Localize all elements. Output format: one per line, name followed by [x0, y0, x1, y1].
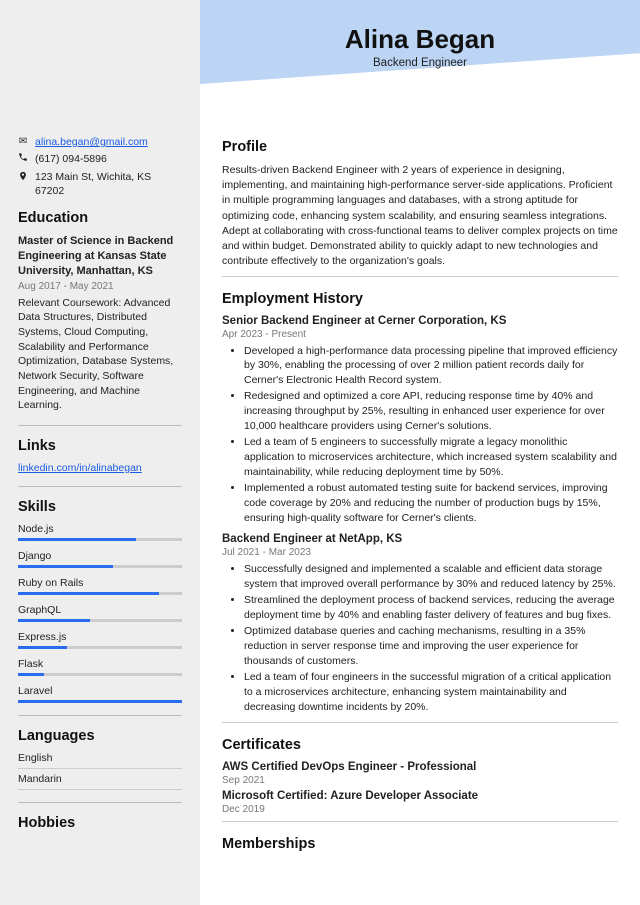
job-entry: Senior Backend Engineer at Cerner Corpor… [222, 315, 618, 526]
job-dates: Apr 2023 - Present [222, 329, 618, 340]
person-name: Alina Began [222, 24, 618, 55]
certificate-entry: AWS Certified DevOps Engineer - Professi… [222, 761, 618, 786]
contact-block: ✉ alina.began@gmail.com (617) 094-5896 1… [18, 135, 182, 198]
contact-phone-row: (617) 094-5896 [18, 152, 182, 167]
skills-block: Node.js Django Ruby on Rails GraphQL Exp… [18, 523, 182, 703]
job-bullet: Led a team of 5 engineers to successfull… [244, 435, 618, 480]
job-bullet: Implemented a robust automated testing s… [244, 481, 618, 526]
education-dates: Aug 2017 - May 2021 [18, 281, 182, 292]
education-title: Master of Science in Backend Engineering… [18, 234, 182, 279]
main-content: Alina Began Backend Engineer Profile Res… [200, 0, 640, 905]
education-desc: Relevant Coursework: Advanced Data Struc… [18, 296, 182, 414]
job-title: Senior Backend Engineer at Cerner Corpor… [222, 315, 618, 327]
skill-bar [18, 646, 182, 649]
languages-heading: Languages [18, 715, 182, 744]
skill-item: GraphQL [18, 604, 182, 622]
certificates-heading: Certificates [222, 722, 618, 753]
skill-item: Ruby on Rails [18, 577, 182, 595]
skill-bar [18, 592, 182, 595]
email-link[interactable]: alina.began@gmail.com [35, 135, 148, 149]
job-entry: Backend Engineer at NetApp, KS Jul 2021 -… [222, 533, 618, 714]
skill-bar [18, 565, 182, 568]
skill-item: Express.js [18, 631, 182, 649]
contact-email-row: ✉ alina.began@gmail.com [18, 135, 182, 149]
profile-heading: Profile [222, 139, 618, 155]
person-title: Backend Engineer [222, 57, 618, 69]
skill-bar [18, 619, 182, 622]
skill-name: Node.js [18, 523, 182, 535]
skill-item: Flask [18, 658, 182, 676]
certificate-entry: Microsoft Certified: Azure Developer Ass… [222, 790, 618, 815]
phone-icon [18, 152, 28, 167]
skill-bar [18, 538, 182, 541]
skill-item: Node.js [18, 523, 182, 541]
memberships-heading: Memberships [222, 821, 618, 852]
language-item: English [18, 752, 182, 769]
education-block: Master of Science in Backend Engineering… [18, 234, 182, 413]
job-bullet: Streamlined the deployment process of ba… [244, 593, 618, 623]
skill-item: Laravel [18, 685, 182, 703]
certificates-block: AWS Certified DevOps Engineer - Professi… [222, 761, 618, 815]
linkedin-link[interactable]: linkedin.com/in/alinabegan [18, 462, 142, 474]
address-text: 123 Main St, Wichita, KS 67202 [35, 170, 182, 198]
language-item: Mandarin [18, 773, 182, 790]
job-bullet: Led a team of four engineers in the succ… [244, 670, 618, 715]
skill-bar [18, 673, 182, 676]
education-heading: Education [18, 210, 182, 226]
skill-name: Laravel [18, 685, 182, 697]
hobbies-heading: Hobbies [18, 802, 182, 831]
job-dates: Jul 2021 - Mar 2023 [222, 547, 618, 558]
certificate-title: AWS Certified DevOps Engineer - Professi… [222, 761, 618, 773]
certificate-dates: Dec 2019 [222, 804, 618, 815]
job-bullet: Developed a high-performance data proces… [244, 344, 618, 389]
phone-text: (617) 094-5896 [35, 152, 107, 166]
job-bullets: Successfully designed and implemented a … [222, 562, 618, 714]
skill-name: Express.js [18, 631, 182, 643]
job-bullets: Developed a high-performance data proces… [222, 344, 618, 526]
skill-name: Django [18, 550, 182, 562]
skill-name: Flask [18, 658, 182, 670]
envelope-icon: ✉ [18, 135, 28, 149]
languages-block: English Mandarin [18, 752, 182, 790]
certificate-title: Microsoft Certified: Azure Developer Ass… [222, 790, 618, 802]
contact-address-row: 123 Main St, Wichita, KS 67202 [18, 170, 182, 198]
skill-name: Ruby on Rails [18, 577, 182, 589]
sidebar: ✉ alina.began@gmail.com (617) 094-5896 1… [0, 0, 200, 905]
job-title: Backend Engineer at NetApp, KS [222, 533, 618, 545]
certificate-dates: Sep 2021 [222, 775, 618, 786]
job-bullet: Redesigned and optimized a core API, red… [244, 389, 618, 434]
job-bullet: Successfully designed and implemented a … [244, 562, 618, 592]
employment-heading: Employment History [222, 276, 618, 307]
job-bullet: Optimized database queries and caching m… [244, 624, 618, 669]
skill-item: Django [18, 550, 182, 568]
skill-bar [18, 700, 182, 703]
links-heading: Links [18, 425, 182, 454]
profile-text: Results-driven Backend Engineer with 2 y… [222, 163, 618, 270]
skills-heading: Skills [18, 486, 182, 515]
map-pin-icon [18, 170, 28, 187]
links-block: linkedin.com/in/alinabegan [18, 462, 182, 474]
employment-block: Senior Backend Engineer at Cerner Corpor… [222, 315, 618, 715]
skill-name: GraphQL [18, 604, 182, 616]
